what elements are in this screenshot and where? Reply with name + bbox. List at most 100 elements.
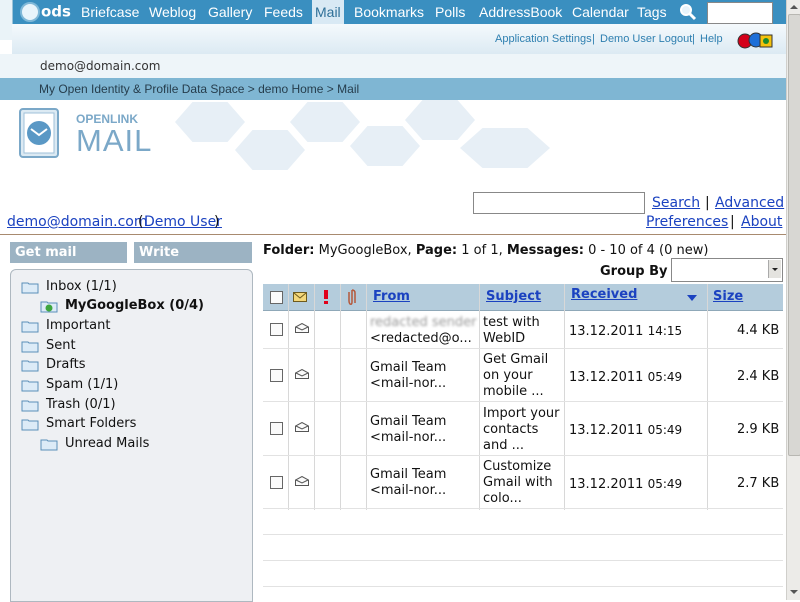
subject-line[interactable]: Customize bbox=[483, 459, 551, 475]
row-checkbox[interactable] bbox=[270, 422, 283, 435]
scrollbar-thumb[interactable] bbox=[788, 14, 800, 456]
message-size: 2.9 KB bbox=[737, 422, 780, 437]
advanced-search-link[interactable]: Advanced bbox=[715, 195, 784, 211]
search-icon[interactable] bbox=[679, 3, 697, 21]
folder-open-icon bbox=[40, 301, 58, 312]
row-divider bbox=[263, 534, 783, 535]
nav-tags[interactable]: Tags bbox=[634, 0, 670, 24]
nav-feeds[interactable]: Feeds bbox=[261, 0, 306, 24]
people-icon[interactable] bbox=[736, 29, 774, 51]
group-by-select[interactable] bbox=[671, 258, 783, 282]
subject-line[interactable]: test with bbox=[483, 315, 540, 331]
folder-drafts[interactable]: Drafts bbox=[21, 357, 86, 375]
subject-line[interactable]: on your bbox=[483, 368, 533, 384]
user-name-link[interactable]: Demo User bbox=[144, 214, 222, 230]
scroll-up-icon[interactable] bbox=[789, 2, 799, 12]
folder-inbox[interactable]: Inbox (1/1) bbox=[21, 279, 117, 297]
preferences-link[interactable]: Preferences bbox=[646, 214, 728, 230]
subject-line[interactable]: WebID bbox=[483, 331, 525, 347]
row-checkbox[interactable] bbox=[270, 323, 283, 336]
page-info: 1 of 1, bbox=[461, 243, 503, 258]
row-divider bbox=[263, 455, 783, 456]
priority-icon bbox=[324, 290, 328, 304]
nav-bookmarks[interactable]: Bookmarks bbox=[351, 0, 427, 24]
row-divider bbox=[263, 508, 783, 509]
from-name: Gmail Team bbox=[370, 414, 447, 429]
row-checkbox[interactable] bbox=[270, 476, 283, 489]
folder-sent[interactable]: Sent bbox=[21, 338, 76, 356]
received-day: 13.12.2011 bbox=[569, 370, 644, 385]
get-mail-button[interactable]: Get mail bbox=[10, 242, 127, 263]
column-divider bbox=[479, 284, 480, 510]
user-name-close-paren: ) bbox=[214, 214, 220, 230]
message-size: 4.4 KB bbox=[737, 323, 780, 338]
breadcrumb-text[interactable]: My Open Identity & Profile Data Space > … bbox=[39, 82, 359, 96]
scroll-down-icon[interactable] bbox=[789, 587, 799, 597]
from-email: <mail-nor... bbox=[370, 376, 447, 391]
received-day: 13.12.2011 bbox=[569, 324, 644, 339]
logout-link[interactable]: Demo User Logout bbox=[600, 33, 692, 45]
subject-line[interactable]: contacts bbox=[483, 422, 538, 438]
size-column-header[interactable]: Size bbox=[713, 284, 743, 310]
envelope-read-icon bbox=[295, 323, 309, 333]
folder-mygooglebox[interactable]: MyGoogleBox (0/4) bbox=[40, 298, 204, 316]
folder-name: MyGoogleBox, bbox=[318, 243, 412, 258]
mail-logo-icon bbox=[19, 108, 59, 158]
messages-count: 0 - 10 of 4 (0 new) bbox=[588, 243, 709, 258]
ods-logo[interactable]: ods bbox=[20, 2, 71, 22]
nav-mail[interactable]: Mail bbox=[312, 0, 344, 24]
help-link[interactable]: Help bbox=[700, 33, 723, 45]
received-column-header[interactable]: Received bbox=[571, 282, 637, 308]
nav-gallery[interactable]: Gallery bbox=[205, 0, 255, 24]
nav-weblog[interactable]: Weblog bbox=[146, 0, 199, 24]
about-link[interactable]: About bbox=[741, 214, 782, 230]
banner-decoration bbox=[235, 130, 305, 170]
top-search-input[interactable] bbox=[707, 2, 773, 24]
folder-important[interactable]: Important bbox=[21, 318, 110, 336]
from-email: <redacted@o... bbox=[370, 331, 472, 346]
separator: | bbox=[705, 195, 710, 211]
page-scrollbar[interactable] bbox=[786, 0, 800, 600]
nav-addressbook[interactable]: AddressBook bbox=[476, 0, 565, 24]
received-time: 05:49 bbox=[647, 423, 683, 437]
nav-briefcase[interactable]: Briefcase bbox=[78, 0, 142, 24]
chevron-down-icon[interactable] bbox=[768, 260, 781, 278]
folder-icon bbox=[21, 341, 39, 352]
sort-desc-icon[interactable] bbox=[686, 294, 698, 302]
from-name: Gmail Team bbox=[370, 467, 447, 482]
subject-line[interactable]: Get Gmail bbox=[483, 352, 548, 368]
page-label-caption: Page: bbox=[415, 243, 458, 258]
folder-trash[interactable]: Trash (0/1) bbox=[21, 397, 116, 415]
folder-icon bbox=[40, 439, 58, 450]
folder-label: Inbox (1/1) bbox=[46, 279, 117, 294]
folder-label-caption: Folder: bbox=[263, 243, 315, 258]
folder-icon bbox=[21, 380, 39, 391]
select-all-checkbox[interactable] bbox=[270, 291, 283, 304]
received-time: 05:49 bbox=[647, 370, 683, 384]
subject-line[interactable]: colo... bbox=[483, 491, 522, 507]
folder-unread-mails[interactable]: Unread Mails bbox=[40, 436, 149, 454]
from-column-header[interactable]: From bbox=[373, 284, 410, 310]
banner-decoration bbox=[290, 102, 360, 142]
nav-polls[interactable]: Polls bbox=[432, 0, 468, 24]
subject-line[interactable]: mobile ... bbox=[483, 384, 544, 400]
user-email-link[interactable]: demo@domain.com bbox=[7, 214, 148, 230]
write-button[interactable]: Write bbox=[134, 242, 252, 263]
column-divider bbox=[564, 284, 565, 510]
nav-calendar[interactable]: Calendar bbox=[569, 0, 632, 24]
folder-smart-folders[interactable]: Smart Folders bbox=[21, 416, 136, 434]
folder-label: MyGoogleBox (0/4) bbox=[65, 298, 204, 313]
search-link[interactable]: Search bbox=[652, 195, 700, 211]
folder-icon bbox=[21, 400, 39, 411]
banner-decoration bbox=[350, 126, 420, 166]
subject-column-header[interactable]: Subject bbox=[486, 284, 541, 310]
row-divider bbox=[263, 586, 783, 587]
from-name: redacted sender bbox=[370, 315, 477, 330]
subject-line[interactable]: and ... bbox=[483, 438, 524, 454]
row-checkbox[interactable] bbox=[270, 369, 283, 382]
application-settings-link[interactable]: Application Settings bbox=[495, 33, 592, 45]
subject-line[interactable]: Gmail with bbox=[483, 475, 553, 491]
folder-spam[interactable]: Spam (1/1) bbox=[21, 377, 118, 395]
subject-line[interactable]: Import your bbox=[483, 406, 560, 422]
mail-search-input[interactable] bbox=[473, 192, 645, 214]
